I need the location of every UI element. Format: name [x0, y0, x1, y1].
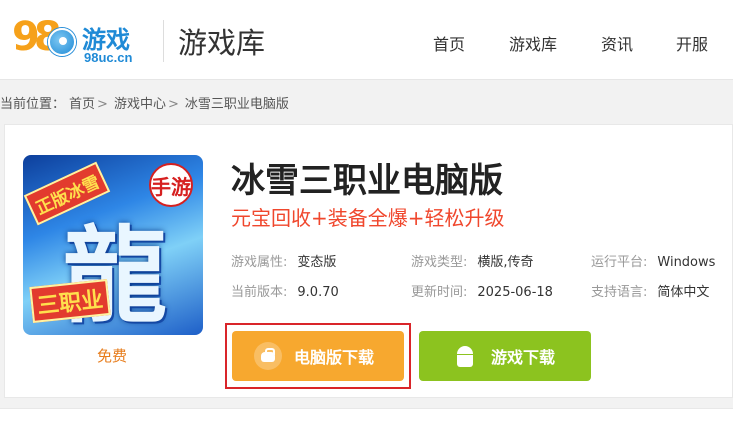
game-title: 冰雪三职业电脑版: [231, 161, 503, 201]
site-title: 游戏库: [178, 26, 266, 60]
info-key: 更新时间:: [411, 285, 468, 300]
info-key: 支持语言:: [591, 285, 648, 300]
info-value: 9.0.70: [297, 285, 339, 300]
game-download-button[interactable]: 游戏下载: [419, 331, 591, 381]
info-key: 运行平台:: [591, 255, 648, 270]
site-logo[interactable]: 98 游戏 98uc.cn: [12, 10, 152, 70]
pc-download-button[interactable]: 电脑版下载: [232, 331, 404, 381]
info-key: 游戏属性:: [231, 255, 288, 270]
nav-game-library[interactable]: 游戏库: [509, 31, 557, 55]
info-value: 横版,传奇: [477, 255, 534, 270]
breadcrumb-separator: >: [167, 97, 179, 112]
info-value: 2025-06-18: [477, 285, 553, 300]
info-key: 游戏类型:: [411, 255, 468, 270]
robot-icon: [254, 342, 282, 370]
breadcrumb-game-center[interactable]: 游戏中心: [114, 97, 166, 112]
breadcrumb-prefix: 当前位置：: [0, 97, 66, 112]
logo-ball-icon: [48, 28, 76, 56]
nav-server[interactable]: 开服: [676, 31, 708, 55]
info-key: 当前版本:: [231, 285, 288, 300]
header-divider: [163, 20, 164, 62]
cover-seal: 手游: [149, 163, 193, 207]
info-attribute: 游戏属性: 变态版: [231, 251, 336, 270]
info-type: 游戏类型: 横版,传奇: [411, 251, 534, 270]
logo-domain: 98uc.cn: [84, 50, 133, 65]
nav-news[interactable]: 资讯: [601, 31, 633, 55]
game-cover-image[interactable]: 龍 正版冰雪 三职业 手游: [23, 155, 203, 335]
info-version: 当前版本: 9.0.70: [231, 281, 339, 300]
site-header: 98 游戏 98uc.cn 游戏库 首页 游戏库 资讯 开服: [0, 0, 733, 80]
pc-download-label: 电脑版下载: [294, 348, 375, 367]
price-label: 免费: [97, 347, 128, 365]
next-section-strip: [0, 408, 733, 441]
info-value: 变态版: [297, 255, 337, 270]
info-updated: 更新时间: 2025-06-18: [411, 281, 553, 300]
game-detail-card: 龍 正版冰雪 三职业 手游 免费 冰雪三职业电脑版 元宝回收+装备全爆+轻松升级…: [4, 124, 733, 398]
game-slogan: 元宝回收+装备全爆+轻松升级: [231, 206, 505, 230]
breadcrumb-current[interactable]: 冰雪三职业电脑版: [185, 97, 289, 112]
breadcrumb-separator: >: [97, 97, 108, 112]
android-icon: [451, 342, 479, 370]
game-download-label: 游戏下载: [491, 348, 556, 367]
breadcrumb-home[interactable]: 首页: [69, 97, 95, 112]
nav-home[interactable]: 首页: [433, 31, 465, 55]
breadcrumb: 当前位置： 首页 > 游戏中心 > 冰雪三职业电脑版: [0, 93, 289, 112]
info-value: Windows: [657, 255, 716, 270]
info-platform: 运行平台: Windows: [591, 251, 715, 270]
info-language: 支持语言: 简体中文: [591, 281, 709, 300]
info-value: 简体中文: [657, 285, 710, 300]
